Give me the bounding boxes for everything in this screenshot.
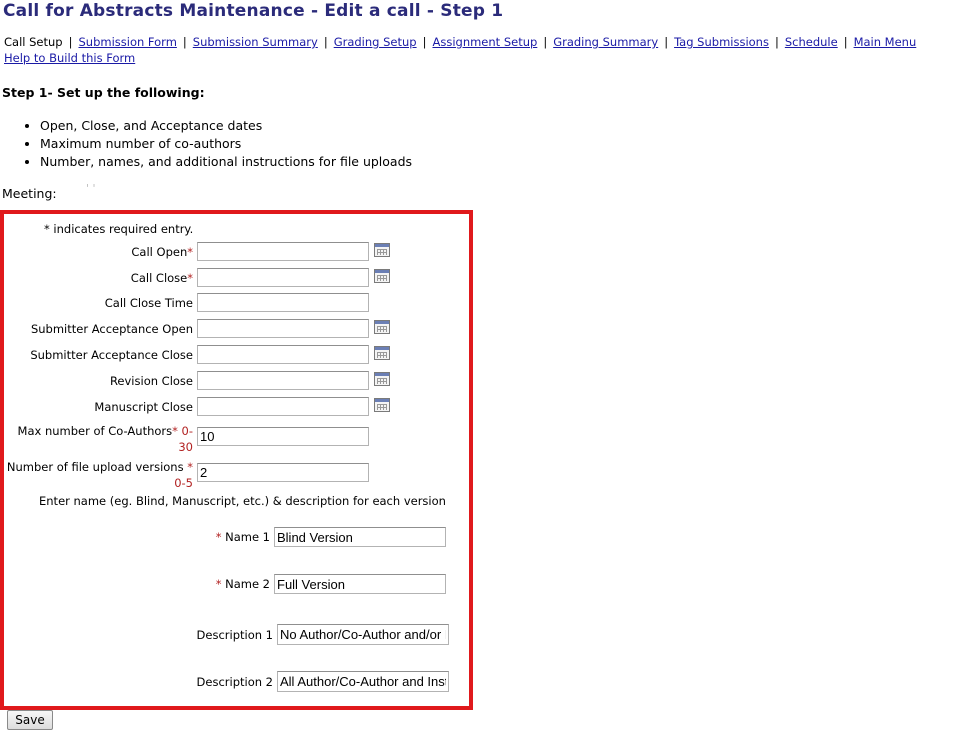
name2-text: Name 2 (225, 577, 270, 591)
setup-points-list: Open, Close, and Acceptance dates Maximu… (0, 117, 412, 171)
name2-input[interactable] (274, 574, 446, 594)
nav-separator: | (774, 35, 779, 49)
nav-separator: | (182, 35, 187, 49)
name1-label: * Name 1 (150, 530, 270, 544)
required-note: * indicates required entry. (44, 222, 194, 236)
file-versions-input[interactable] (197, 463, 369, 482)
nav-separator: | (68, 35, 73, 49)
nav-grading-summary[interactable]: Grading Summary (553, 35, 658, 49)
required-marker: * (172, 424, 178, 438)
call-close-time-input[interactable] (197, 293, 369, 312)
calendar-icon[interactable] (374, 372, 390, 386)
max-coauthors-label: Max number of Co-Authors* 0-30 (8, 423, 193, 455)
nav-schedule[interactable]: Schedule (785, 35, 838, 49)
calendar-icon[interactable] (374, 243, 390, 257)
description1-input[interactable] (277, 624, 449, 645)
call-close-label: Call Close* (10, 271, 193, 285)
nav-tag-submissions[interactable]: Tag Submissions (674, 35, 769, 49)
step-navigation: Call Setup | Submission Form | Submission Su… (4, 34, 956, 66)
nav-separator: | (323, 35, 328, 49)
calendar-icon[interactable] (374, 320, 390, 334)
required-marker: * (215, 530, 222, 544)
help-link[interactable]: Help to Build this Form (4, 51, 135, 65)
required-marker: * (187, 271, 193, 285)
meeting-label: Meeting: (2, 186, 57, 201)
call-open-label: Call Open* (10, 245, 193, 259)
nav-assignment-setup[interactable]: Assignment Setup (432, 35, 537, 49)
nav-separator: | (422, 35, 427, 49)
description2-label: Description 2 (196, 675, 273, 689)
nav-separator: | (843, 35, 848, 49)
list-item: Maximum number of co-authors (40, 135, 412, 153)
meeting-value: ' ' (86, 182, 96, 195)
submitter-acceptance-close-label: Submitter Acceptance Close (30, 348, 193, 362)
file-versions-text: Number of file upload versions (6, 460, 184, 474)
nav-submission-summary[interactable]: Submission Summary (193, 35, 318, 49)
max-coauthors-input[interactable] (197, 427, 369, 446)
calendar-icon[interactable] (374, 269, 390, 283)
nav-submission-form[interactable]: Submission Form (78, 35, 176, 49)
version-instructions: Enter name (eg. Blind, Manuscript, etc.)… (39, 494, 446, 508)
range-hint: 0-30 (178, 424, 193, 454)
manuscript-close-label: Manuscript Close (94, 400, 193, 414)
name1-text: Name 1 (225, 530, 270, 544)
submitter-acceptance-close-input[interactable] (197, 345, 369, 364)
page-title: Call for Abstracts Maintenance - Edit a … (3, 1, 504, 21)
max-coauthors-text: Max number of Co-Authors (17, 424, 173, 438)
call-open-text: Call Open (131, 245, 188, 259)
calendar-icon[interactable] (374, 398, 390, 412)
nav-separator: | (664, 35, 669, 49)
name2-label: * Name 2 (150, 577, 270, 591)
call-open-input[interactable] (197, 242, 369, 261)
required-marker: * (215, 577, 222, 591)
save-button[interactable]: Save (7, 710, 53, 730)
call-close-input[interactable] (197, 268, 369, 287)
submitter-acceptance-open-label: Submitter Acceptance Open (30, 322, 193, 336)
required-marker: * (187, 460, 193, 474)
step-heading: Step 1- Set up the following: (2, 85, 205, 100)
description1-label: Description 1 (196, 628, 273, 642)
nav-call-setup: Call Setup (4, 35, 63, 49)
nav-grading-setup[interactable]: Grading Setup (334, 35, 417, 49)
description2-input[interactable] (277, 671, 449, 692)
nav-separator: | (543, 35, 548, 49)
revision-close-label: Revision Close (109, 374, 193, 388)
nav-main-menu[interactable]: Main Menu (854, 35, 917, 49)
name1-input[interactable] (274, 527, 446, 547)
list-item: Open, Close, and Acceptance dates (40, 117, 412, 135)
call-close-text: Call Close (130, 271, 188, 285)
call-close-time-label: Call Close Time (104, 296, 193, 310)
manuscript-close-input[interactable] (197, 397, 369, 416)
calendar-icon[interactable] (374, 346, 390, 360)
revision-close-input[interactable] (197, 371, 369, 390)
file-versions-label: Number of file upload versions * 0-5 (4, 459, 193, 491)
required-marker: * (187, 245, 193, 259)
list-item: Number, names, and additional instructio… (40, 153, 412, 171)
submitter-acceptance-open-input[interactable] (197, 319, 369, 338)
range-hint: 0-5 (174, 476, 193, 490)
